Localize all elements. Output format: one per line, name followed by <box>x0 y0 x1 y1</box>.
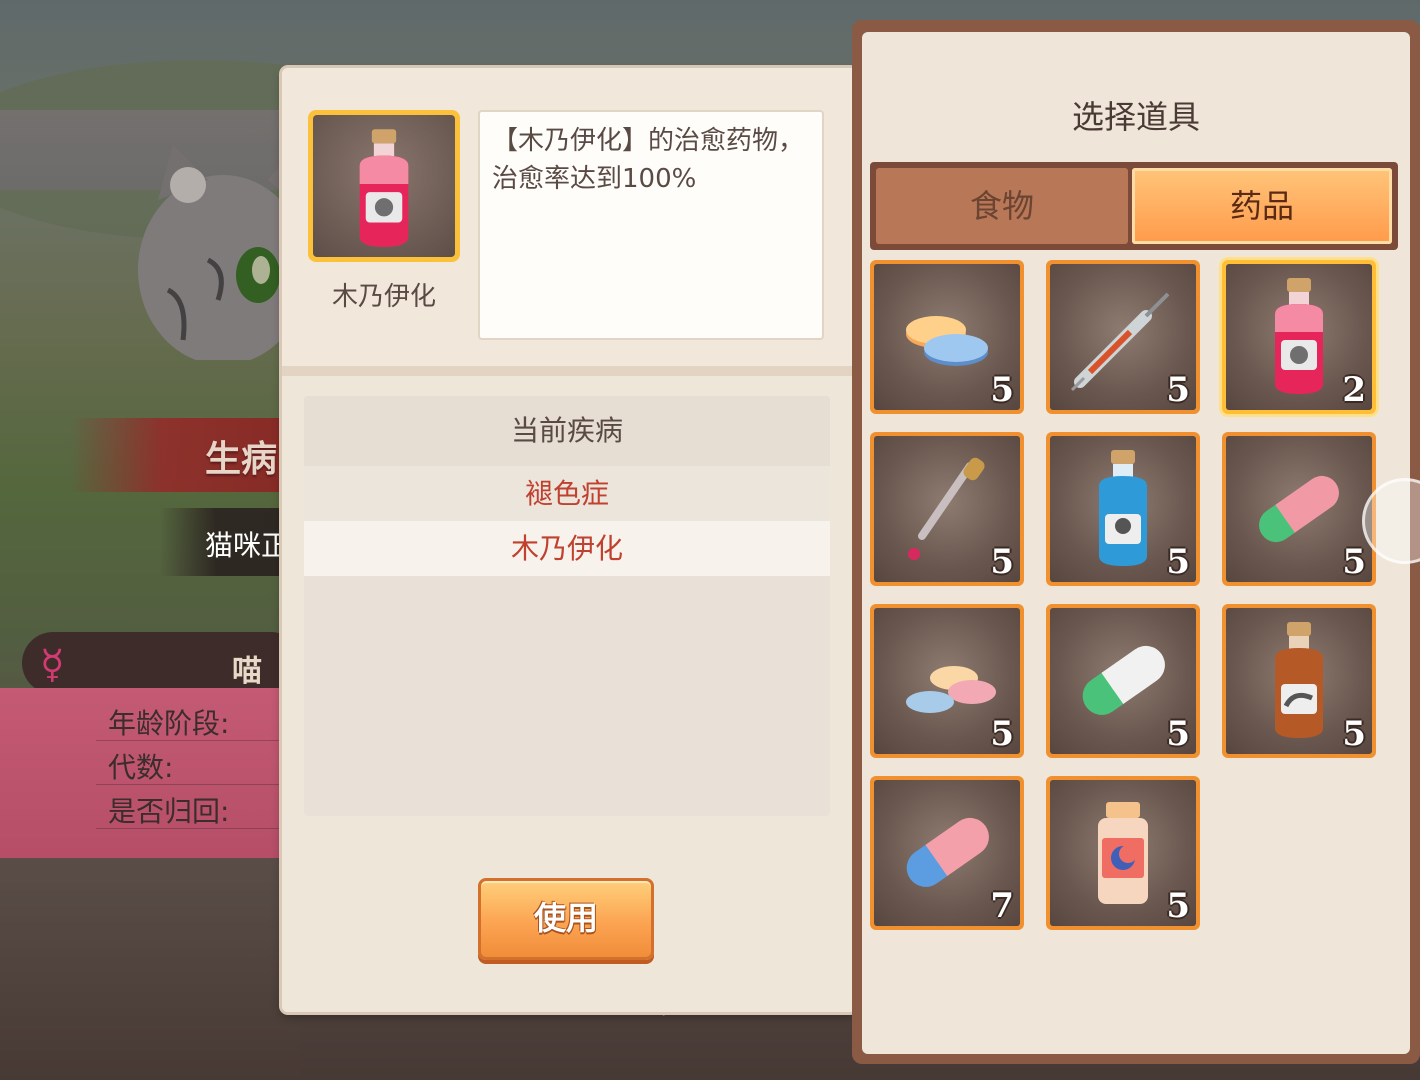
item-slot[interactable]: 5 <box>1046 604 1200 758</box>
panel-title: 选择道具 <box>1071 98 1200 136</box>
item-category-tabs: 食物 药品 <box>870 162 1398 250</box>
item-count: 5 <box>1166 370 1190 410</box>
item-count: 5 <box>990 370 1014 410</box>
item-count: 5 <box>1166 714 1190 754</box>
item-slot[interactable]: 5 <box>870 432 1024 586</box>
item-selection-panel: 选择道具 食物 药品 5 5 2 5 5 5 5 5 5 7 5 <box>852 20 1420 1064</box>
selected-item-name: 木乃伊化 <box>331 282 436 312</box>
red-potion-bottle-icon <box>359 129 409 247</box>
item-count: 7 <box>990 886 1014 926</box>
item-slot[interactable]: 5 <box>1046 776 1200 930</box>
item-slot[interactable]: 5 <box>1046 260 1200 414</box>
item-description-box: 【木乃伊化】的治愈药物，治愈率达到100% <box>478 110 824 340</box>
female-symbol-icon: ☿ <box>40 642 65 688</box>
cat-name-text: 喵 <box>232 654 262 689</box>
sick-status-text: 生病 <box>205 439 278 480</box>
item-count: 5 <box>1342 714 1366 754</box>
item-slot[interactable]: 5 <box>1222 604 1376 758</box>
item-slot[interactable]: 5 <box>870 604 1024 758</box>
item-count: 5 <box>990 542 1014 582</box>
item-count: 5 <box>990 714 1014 754</box>
info-divider <box>96 784 296 785</box>
item-count: 5 <box>1166 542 1190 582</box>
info-divider <box>96 740 296 741</box>
current-disease-list: 当前疾病 褪色症 木乃伊化 <box>304 396 830 816</box>
info-divider <box>96 828 296 829</box>
tab-medicine[interactable]: 药品 <box>1132 168 1392 244</box>
item-detail-panel: 木乃伊化 【木乃伊化】的治愈药物，治愈率达到100% 当前疾病 褪色症 木乃伊化… <box>282 68 856 1012</box>
info-generation: 代数: <box>108 751 174 784</box>
info-returned: 是否归回: <box>108 795 230 828</box>
item-slot-selected[interactable]: 2 <box>1222 260 1376 414</box>
item-count: 5 <box>1342 542 1366 582</box>
detail-divider <box>282 366 856 376</box>
item-slot[interactable]: 5 <box>1222 432 1376 586</box>
info-age-stage: 年龄阶段: <box>108 707 230 740</box>
item-count: 2 <box>1342 370 1366 410</box>
disease-row: 褪色症 <box>304 466 830 521</box>
disease-row: 木乃伊化 <box>304 521 830 576</box>
disease-list-header: 当前疾病 <box>304 396 830 466</box>
use-item-button[interactable]: 使用 <box>478 878 654 960</box>
item-slot[interactable]: 5 <box>1046 432 1200 586</box>
item-slot[interactable]: 5 <box>870 260 1024 414</box>
item-description-text: 【木乃伊化】的治愈药物，治愈率达到100% <box>492 126 805 194</box>
item-slot[interactable]: 7 <box>870 776 1024 930</box>
tab-food[interactable]: 食物 <box>876 168 1128 244</box>
item-count: 5 <box>1166 886 1190 926</box>
item-panel-inner: 选择道具 食物 药品 5 5 2 5 5 5 5 5 5 7 5 <box>862 32 1410 1054</box>
selected-item-slot <box>308 110 460 262</box>
